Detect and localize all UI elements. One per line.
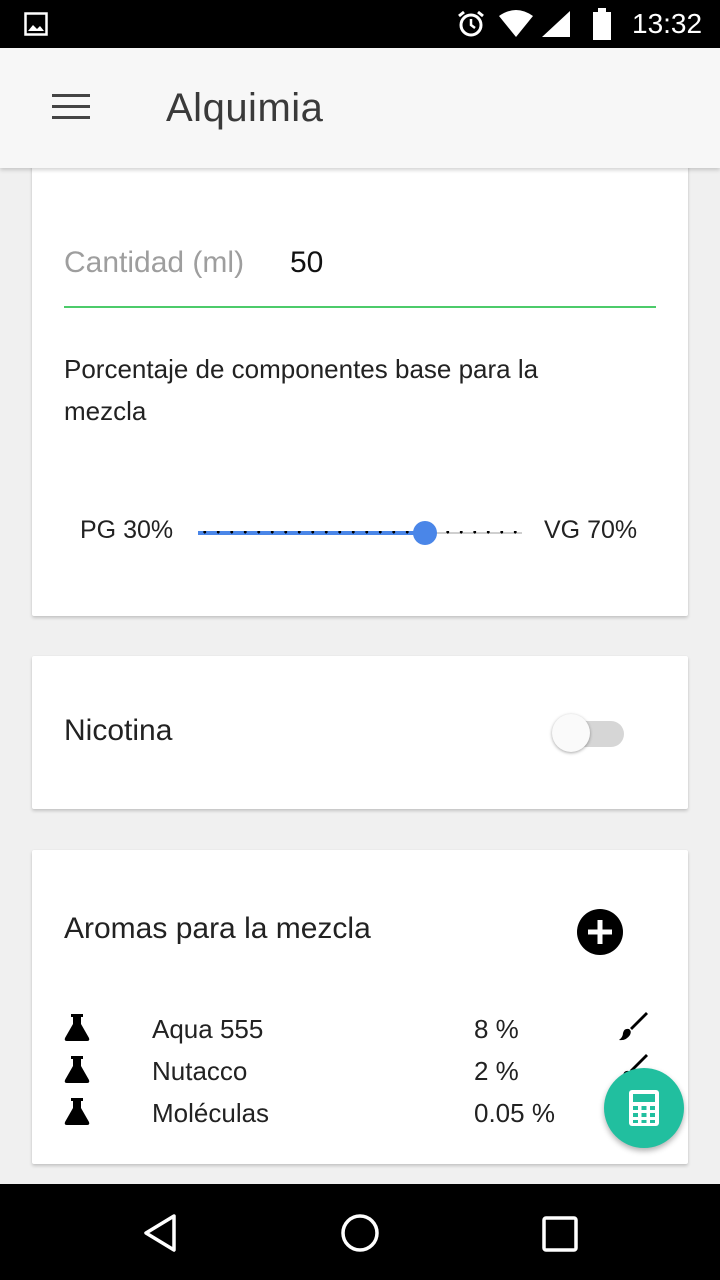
- nicotine-label: Nicotina: [64, 714, 173, 747]
- aroma-percent: 0.05 %: [474, 1098, 555, 1128]
- nicotine-card: Nicotina: [32, 656, 688, 809]
- quantity-label: Cantidad (ml): [64, 246, 245, 279]
- navigation-bar: [0, 1184, 720, 1280]
- alarm-icon: [458, 10, 484, 37]
- base-components-card: Cantidad (ml) 50 Porcentaje de component…: [32, 150, 688, 616]
- recents-icon[interactable]: [540, 1214, 580, 1254]
- status-bar: 13:32: [0, 0, 720, 48]
- pg-label: PG 30%: [80, 516, 174, 544]
- aroma-percent: 2 %: [474, 1056, 519, 1086]
- aromas-card: Aromas para la mezcla Aqua 555 8 % Nutac…: [32, 850, 688, 1164]
- aroma-name: Aqua 555: [152, 1014, 264, 1044]
- pg-vg-slider[interactable]: [198, 518, 522, 548]
- app-title: Alquimia: [166, 86, 324, 130]
- gallery-icon: [24, 12, 48, 36]
- calculator-icon: [629, 1090, 659, 1126]
- battery-icon: [593, 8, 611, 40]
- brush-icon[interactable]: [618, 1012, 650, 1042]
- nicotine-toggle[interactable]: [552, 714, 624, 754]
- app-bar: Alquimia: [0, 48, 720, 168]
- base-description: Porcentaje de componentes base para la m…: [64, 354, 539, 426]
- vg-label: VG 70%: [544, 516, 638, 544]
- aroma-item: Aqua 555 8 %: [64, 1010, 656, 1052]
- quantity-input[interactable]: 50: [290, 246, 323, 280]
- flask-icon: [64, 1014, 90, 1041]
- toggle-thumb: [552, 714, 590, 752]
- aroma-percent: 8 %: [474, 1014, 519, 1044]
- slider-ticks: [198, 531, 522, 535]
- slider-thumb[interactable]: [412, 521, 437, 545]
- flask-icon: [64, 1098, 90, 1125]
- calculate-fab[interactable]: [604, 1068, 684, 1148]
- aroma-name: Moléculas: [152, 1098, 270, 1128]
- flask-icon: [64, 1056, 90, 1083]
- menu-icon[interactable]: [52, 94, 92, 122]
- aromas-title: Aromas para la mezcla: [64, 912, 371, 945]
- wifi-icon: [499, 10, 533, 37]
- home-icon[interactable]: [339, 1212, 381, 1254]
- quantity-field[interactable]: Cantidad (ml) 50: [64, 230, 656, 308]
- status-clock: 13:32: [632, 8, 703, 39]
- aroma-item: Nutacco 2 %: [64, 1052, 656, 1094]
- signal-icon: [542, 11, 570, 37]
- back-icon[interactable]: [140, 1212, 182, 1254]
- add-circle-icon[interactable]: [576, 908, 624, 956]
- aroma-item: Moléculas 0.05 %: [64, 1094, 656, 1136]
- aroma-name: Nutacco: [152, 1056, 248, 1086]
